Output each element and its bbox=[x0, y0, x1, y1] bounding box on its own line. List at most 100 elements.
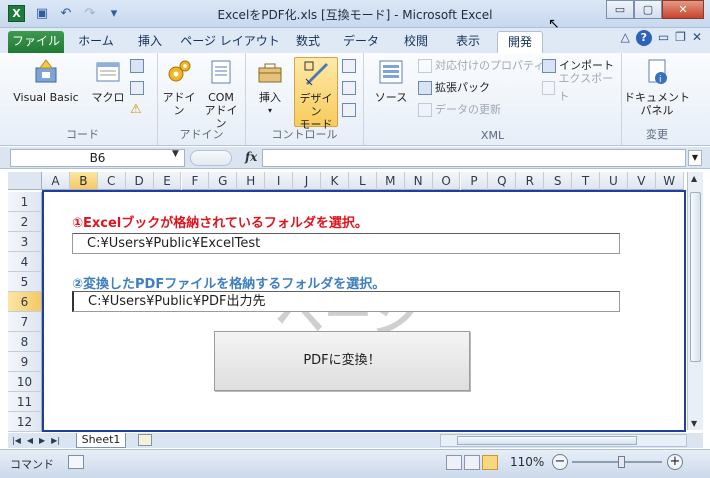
com-addin-button[interactable]: COM アドイン bbox=[200, 57, 242, 130]
insert-control-button[interactable]: 挿入 ▾ bbox=[250, 57, 290, 117]
column-header-s[interactable]: S bbox=[544, 172, 573, 190]
macro-security-icon[interactable]: ⚠ bbox=[130, 101, 142, 119]
column-header-b[interactable]: B bbox=[69, 172, 98, 190]
horizontal-scrollbar[interactable] bbox=[440, 434, 687, 447]
column-header-c[interactable]: C bbox=[97, 172, 126, 190]
row-header-1[interactable]: 1 bbox=[8, 192, 42, 212]
select-all-corner[interactable] bbox=[8, 172, 42, 190]
sheet-tab-sheet1[interactable]: Sheet1 bbox=[76, 433, 126, 448]
prev-sheet-icon[interactable]: ◀ bbox=[27, 433, 33, 448]
convert-to-pdf-button[interactable]: PDFに変換！ bbox=[214, 331, 470, 391]
tab-review[interactable]: 校閲 bbox=[394, 31, 438, 53]
formula-input[interactable] bbox=[262, 149, 686, 167]
expand-formula-bar-icon[interactable]: ▼ bbox=[688, 150, 702, 166]
column-header-a[interactable]: A bbox=[42, 172, 70, 190]
column-header-j[interactable]: J bbox=[293, 172, 321, 190]
column-header-h[interactable]: H bbox=[237, 172, 266, 190]
minimize-ribbon-icon[interactable]: △ bbox=[621, 30, 630, 46]
tab-file[interactable]: ファイル bbox=[8, 31, 64, 53]
normal-view-icon[interactable] bbox=[446, 455, 462, 470]
last-sheet-icon[interactable]: ▶| bbox=[51, 433, 60, 448]
properties-icon[interactable] bbox=[342, 57, 356, 75]
name-box[interactable]: B6 bbox=[10, 149, 185, 167]
macro-button[interactable]: マクロ bbox=[88, 57, 128, 104]
column-header-f[interactable]: F bbox=[181, 172, 210, 190]
tab-page-layout[interactable]: ページ レイアウト bbox=[180, 31, 280, 53]
design-mode-button[interactable]: デザイン モード bbox=[294, 57, 338, 131]
column-header-u[interactable]: U bbox=[600, 172, 628, 190]
tab-view[interactable]: 表示 bbox=[446, 31, 490, 53]
horizontal-scroll-thumb[interactable] bbox=[457, 436, 637, 445]
expansion-packs-button[interactable]: 拡張パック bbox=[418, 79, 490, 97]
export-button[interactable]: エクスポート bbox=[542, 72, 621, 103]
document-panel-button[interactable]: i ドキュメント パネル bbox=[624, 57, 690, 117]
source-folder-input[interactable]: C:¥Users¥Public¥ExcelTest bbox=[72, 233, 620, 254]
tab-data[interactable]: データ bbox=[336, 31, 386, 53]
column-header-m[interactable]: M bbox=[376, 172, 405, 190]
row-header-7[interactable]: 7 bbox=[8, 312, 42, 332]
vertical-scroll-thumb[interactable] bbox=[690, 192, 701, 362]
row-header-3[interactable]: 3 bbox=[8, 232, 42, 252]
minimize-button[interactable]: ▭ bbox=[606, 0, 634, 19]
column-header-t[interactable]: T bbox=[572, 172, 600, 190]
page-break-view-icon[interactable] bbox=[482, 455, 498, 470]
first-sheet-icon[interactable]: |◀ bbox=[12, 433, 21, 448]
row-header-5[interactable]: 5 bbox=[8, 272, 42, 292]
row-header-10[interactable]: 10 bbox=[8, 372, 42, 392]
visual-basic-button[interactable]: Visual Basic bbox=[10, 57, 82, 104]
column-header-l[interactable]: L bbox=[348, 172, 377, 190]
refresh-data-button[interactable]: データの更新 bbox=[418, 101, 501, 119]
close-button[interactable]: ✕ bbox=[662, 0, 704, 19]
formula-splitter[interactable] bbox=[190, 150, 232, 166]
scroll-up-icon[interactable]: ▲ bbox=[691, 174, 697, 183]
insert-sheet-icon[interactable] bbox=[138, 434, 152, 446]
column-header-g[interactable]: G bbox=[209, 172, 238, 190]
help-icon[interactable]: ? bbox=[635, 30, 652, 46]
map-properties-button[interactable]: 対応付けのプロパティ bbox=[418, 57, 544, 75]
column-header-q[interactable]: Q bbox=[488, 172, 517, 190]
column-header-r[interactable]: R bbox=[516, 172, 545, 190]
scroll-down-icon[interactable]: ▼ bbox=[691, 419, 697, 428]
relative-ref-icon[interactable] bbox=[130, 79, 144, 97]
column-header-i[interactable]: I bbox=[265, 172, 294, 190]
zoom-out-button[interactable]: − bbox=[552, 454, 568, 470]
tab-insert[interactable]: 挿入 bbox=[128, 31, 172, 53]
zoom-in-button[interactable]: + bbox=[667, 454, 683, 470]
page-layout-view-icon[interactable] bbox=[464, 455, 480, 470]
doc-restore-icon[interactable]: ❐ bbox=[675, 30, 686, 46]
column-header-w[interactable]: W bbox=[655, 172, 684, 190]
run-dialog-icon[interactable] bbox=[342, 101, 356, 119]
record-macro-icon[interactable] bbox=[130, 57, 144, 75]
row-header-2[interactable]: 2 bbox=[8, 212, 42, 232]
column-header-p[interactable]: P bbox=[460, 172, 489, 190]
vertical-scrollbar[interactable]: ▲ ▼ bbox=[687, 172, 703, 430]
row-header-4[interactable]: 4 bbox=[8, 252, 42, 272]
next-sheet-icon[interactable]: ▶ bbox=[39, 433, 45, 448]
row-header-12[interactable]: 12 bbox=[8, 412, 42, 432]
tab-formulas[interactable]: 数式 bbox=[288, 31, 328, 53]
column-header-e[interactable]: E bbox=[153, 172, 182, 190]
zoom-level[interactable]: 110% bbox=[510, 455, 544, 469]
row-header-8[interactable]: 8 bbox=[8, 332, 42, 352]
view-code-icon[interactable] bbox=[342, 79, 356, 97]
output-folder-input[interactable]: C:¥Users¥Public¥PDF出力先 bbox=[72, 291, 620, 312]
maximize-button[interactable]: ▢ bbox=[634, 0, 662, 19]
column-header-k[interactable]: K bbox=[321, 172, 349, 190]
record-macro-status-icon[interactable] bbox=[68, 455, 84, 469]
column-header-o[interactable]: O bbox=[432, 172, 461, 190]
zoom-slider-thumb[interactable] bbox=[617, 456, 625, 468]
row-header-11[interactable]: 11 bbox=[8, 392, 42, 412]
name-box-dropdown-icon[interactable]: ▼ bbox=[172, 149, 179, 159]
addin-button[interactable]: アドイン bbox=[160, 57, 198, 117]
column-header-d[interactable]: D bbox=[125, 172, 154, 190]
doc-minimize-icon[interactable]: ▭ bbox=[658, 30, 669, 46]
column-header-n[interactable]: N bbox=[404, 172, 433, 190]
tab-home[interactable]: ホーム bbox=[72, 31, 120, 53]
insert-function-icon[interactable]: fx bbox=[245, 150, 257, 164]
column-header-v[interactable]: V bbox=[627, 172, 656, 190]
row-header-9[interactable]: 9 bbox=[8, 352, 42, 372]
row-header-6[interactable]: 6 bbox=[8, 292, 42, 312]
doc-close-icon[interactable]: ✕ bbox=[692, 30, 702, 46]
source-button[interactable]: ソース bbox=[370, 57, 412, 104]
tab-developer[interactable]: 開発 bbox=[497, 31, 543, 53]
